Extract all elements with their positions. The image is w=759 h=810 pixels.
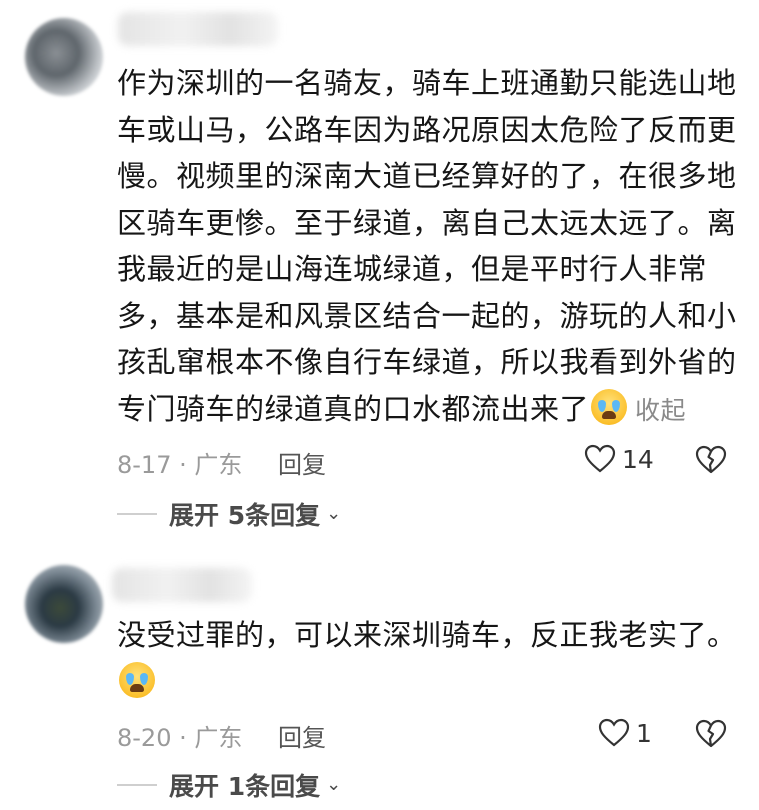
expand-replies[interactable]: 展开 1条回复 ⌄ <box>117 767 341 803</box>
comment-meta: 8-20 · 广东 回复 <box>117 718 326 753</box>
like-count: 14 <box>622 444 654 474</box>
reply-button[interactable]: 回复 <box>278 724 326 752</box>
avatar[interactable] <box>25 565 103 643</box>
heart-icon <box>598 718 630 747</box>
broken-heart-icon[interactable] <box>695 719 727 749</box>
username-blurred[interactable] <box>118 12 278 46</box>
broken-heart-icon[interactable] <box>695 445 727 475</box>
date-location: 8-20 · 广东 <box>117 724 243 752</box>
chevron-down-icon: ⌄ <box>326 502 342 524</box>
reply-button[interactable]: 回复 <box>278 451 326 479</box>
expand-replies[interactable]: 展开 5条回复 ⌄ <box>117 496 341 532</box>
expand-replies-label: 展开 1条回复 <box>169 772 321 801</box>
comment-text: 作为深圳的一名骑友，骑车上班通勤只能选山地车或山马，公路车因为路况原因太危险了反… <box>117 60 737 434</box>
like-button[interactable]: 1 <box>598 718 652 748</box>
comment-text: 没受过罪的，可以来深圳骑车，反正我老实了。 <box>117 612 737 705</box>
comment-body: 没受过罪的，可以来深圳骑车，反正我老实了。 <box>117 618 737 652</box>
collapse-link[interactable]: 收起 <box>635 396 686 425</box>
username-blurred[interactable] <box>112 568 252 602</box>
comment-meta: 8-17 · 广东 回复 <box>117 445 326 480</box>
divider <box>117 513 157 515</box>
expand-replies-label: 展开 5条回复 <box>169 501 321 530</box>
chevron-down-icon: ⌄ <box>326 773 342 795</box>
crying-face-emoji-icon <box>119 661 155 698</box>
divider <box>117 784 157 786</box>
date-location: 8-17 · 广东 <box>117 451 243 479</box>
comment-body: 作为深圳的一名骑友，骑车上班通勤只能选山地车或山马，公路车因为路况原因太危险了反… <box>117 66 737 426</box>
crying-face-emoji-icon <box>591 388 628 425</box>
like-button[interactable]: 14 <box>584 444 654 474</box>
like-count: 1 <box>636 718 652 748</box>
avatar[interactable] <box>25 18 103 96</box>
heart-icon <box>584 444 616 473</box>
